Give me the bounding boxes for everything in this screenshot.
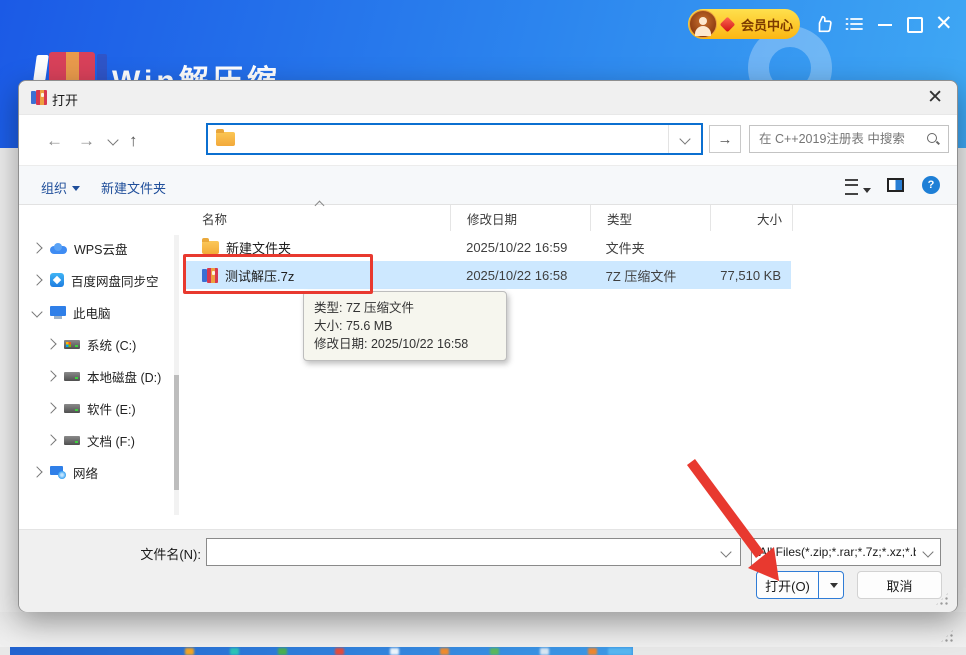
sidebar-item-drive-c[interactable]: 系统 (C:) <box>19 329 169 359</box>
filetype-value: All Files(*.zip;*.rar;*.7z;*.xz;*.b <box>752 545 916 559</box>
member-center-button[interactable]: 会员中心 <box>688 9 800 39</box>
chevron-down-icon[interactable] <box>31 306 42 317</box>
sidebar-item-this-pc[interactable]: 此电脑 <box>19 297 169 327</box>
column-header-size[interactable]: 大小 <box>711 205 793 231</box>
folder-icon <box>216 132 235 146</box>
go-button[interactable]: → <box>709 125 741 153</box>
column-headers: 名称 修改日期 类型 大小 <box>186 205 793 231</box>
app-logo-icon <box>33 52 111 82</box>
cancel-button[interactable]: 取消 <box>857 571 942 599</box>
filetype-dropdown-icon <box>916 548 940 556</box>
file-info-tooltip: 类型: 7Z 压缩文件 大小: 75.6 MB 修改日期: 2025/10/22… <box>303 291 507 361</box>
gem-icon <box>720 16 736 32</box>
chevron-right-icon[interactable] <box>45 402 56 413</box>
address-dropdown-button[interactable] <box>668 125 701 153</box>
screen: Win解压缩 会员中心 ✕ <box>0 0 966 655</box>
member-center-label: 会员中心 <box>741 15 793 34</box>
drive-icon <box>64 372 80 381</box>
app-resize-grip[interactable] <box>940 629 954 643</box>
organize-button[interactable]: 组织 <box>41 178 80 197</box>
archive-file-icon <box>202 268 218 283</box>
avatar[interactable] <box>689 10 717 38</box>
taskbar <box>0 647 966 655</box>
dialog-close-button[interactable]: ✕ <box>927 86 943 109</box>
scrollbar-thumb[interactable] <box>174 375 179 490</box>
baidu-netdisk-icon <box>50 273 64 287</box>
minimize-button[interactable] <box>878 24 892 26</box>
sidebar-scrollbar[interactable] <box>174 235 179 515</box>
up-button[interactable]: ↑ <box>129 131 138 151</box>
dialog-toolbar: 组织 新建文件夹 ? <box>19 165 957 205</box>
help-button[interactable]: ? <box>922 176 940 194</box>
cloud-icon <box>50 243 67 254</box>
column-header-name[interactable]: 名称 <box>186 205 451 231</box>
file-row-folder[interactable]: 新建文件夹 2025/10/22 16:59 文件夹 <box>186 233 791 261</box>
open-dropdown-button[interactable] <box>818 572 843 598</box>
chevron-right-icon[interactable] <box>31 466 42 477</box>
change-view-button[interactable] <box>845 179 871 200</box>
chevron-right-icon[interactable] <box>45 370 56 381</box>
app-window-bottom <box>0 612 966 647</box>
navigation-pane: WPS云盘 百度网盘同步空 此电脑 系统 (C:) <box>19 205 169 529</box>
file-list: 名称 修改日期 类型 大小 新建文件夹 2025/10/22 16:59 文件夹 <box>186 205 946 529</box>
search-icon <box>926 132 940 146</box>
dialog-titlebar[interactable]: 打开 ✕ <box>19 81 957 115</box>
maximize-button[interactable] <box>907 17 923 33</box>
drive-icon <box>64 436 80 445</box>
sidebar-item-drive-f[interactable]: 文档 (F:) <box>19 425 169 455</box>
sidebar-item-drive-d[interactable]: 本地磁盘 (D:) <box>19 361 169 391</box>
address-bar[interactable] <box>206 123 703 155</box>
sidebar-item-baidu-netdisk[interactable]: 百度网盘同步空 <box>19 265 169 295</box>
filename-dropdown-button[interactable] <box>712 539 740 565</box>
forward-button[interactable]: → <box>78 131 95 151</box>
taskbar-strip <box>10 647 633 655</box>
sidebar-item-drive-e[interactable]: 软件 (E:) <box>19 393 169 423</box>
filename-combobox[interactable] <box>206 538 741 566</box>
column-header-date[interactable]: 修改日期 <box>451 205 591 231</box>
filename-label: 文件名(N): <box>79 544 201 563</box>
chevron-right-icon[interactable] <box>31 274 42 285</box>
preview-pane-button[interactable] <box>887 178 904 192</box>
dialog-footer: 文件名(N): All Files(*.zip;*.rar;*.7z;*.xz;… <box>19 529 957 612</box>
sidebar-item-network[interactable]: 网络 <box>19 457 169 487</box>
recent-locations-chevron-icon[interactable] <box>107 134 118 145</box>
sidebar-item-wps-cloud[interactable]: WPS云盘 <box>19 233 169 263</box>
network-icon <box>50 466 66 479</box>
chevron-right-icon[interactable] <box>45 338 56 349</box>
archive-app-icon <box>31 90 47 105</box>
feedback-list-icon[interactable] <box>844 13 864 35</box>
chevron-right-icon[interactable] <box>31 242 42 253</box>
search-box[interactable] <box>749 125 949 153</box>
search-input[interactable] <box>750 132 926 146</box>
drive-icon <box>64 404 80 413</box>
filename-input[interactable] <box>207 539 712 565</box>
new-folder-button[interactable]: 新建文件夹 <box>101 178 166 197</box>
open-split-button[interactable]: 打开(O) <box>756 571 844 599</box>
folder-icon <box>202 241 219 254</box>
dialog-title: 打开 <box>52 90 78 109</box>
filetype-select[interactable]: All Files(*.zip;*.rar;*.7z;*.xz;*.b <box>751 538 941 566</box>
open-button[interactable]: 打开(O) <box>757 572 818 598</box>
computer-icon <box>50 306 66 319</box>
column-header-type[interactable]: 类型 <box>591 205 711 231</box>
back-button[interactable]: ← <box>46 131 63 151</box>
system-drive-icon <box>64 340 80 349</box>
chevron-right-icon[interactable] <box>45 434 56 445</box>
dialog-main: WPS云盘 百度网盘同步空 此电脑 系统 (C:) <box>19 205 957 529</box>
app-close-button[interactable]: ✕ <box>935 14 953 34</box>
file-row-archive[interactable]: 测试解压.7z 2025/10/22 16:58 7Z 压缩文件 77,510 … <box>186 261 791 289</box>
thumbs-up-icon[interactable] <box>814 13 836 35</box>
